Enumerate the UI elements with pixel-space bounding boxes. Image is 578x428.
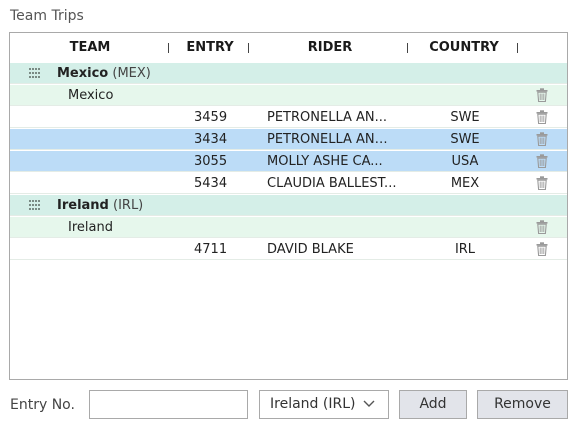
country-cell: IRL [454,242,476,257]
panel-title: Team Trips [10,8,84,24]
entry-cell: 3434 [194,132,228,147]
trash-icon[interactable] [536,242,548,257]
team-select[interactable]: Ireland (IRL) [259,390,389,419]
entry-number-label: Entry No. [10,397,75,413]
column-separator[interactable] [407,43,408,53]
group-code: (IRL) [113,198,144,213]
chevron-down-icon [363,400,375,407]
table-row[interactable]: 4711 DAVID BLAKE IRL [10,239,567,260]
country-cell: MEX [450,176,480,191]
column-header-team[interactable]: TEAM [50,33,130,63]
table-row[interactable]: 3434 PETRONELLA AND... SWE [10,129,567,150]
subgroup-label: Ireland [68,220,113,235]
entry-cell: 3055 [194,154,228,169]
subgroup-row[interactable]: Ireland [10,217,567,238]
column-separator[interactable] [517,43,518,53]
team-select-value: Ireland (IRL) [270,396,356,412]
group-title: Ireland (IRL) [57,195,143,216]
group-name: Mexico [57,66,109,81]
country-cell: USA [451,154,479,169]
table-row[interactable]: 3055 MOLLY ASHE CA... USA [10,151,567,172]
trash-icon[interactable] [536,88,548,103]
team-trips-grid: TEAM ENTRY RIDER COUNTRY Mexico (MEX) Mex… [9,32,568,380]
column-separator[interactable] [168,43,169,53]
entry-number-input[interactable] [89,390,248,419]
country-cell: SWE [450,132,480,147]
grid-header: TEAM ENTRY RIDER COUNTRY [10,33,567,63]
rider-cell: MOLLY ASHE CA... [267,154,383,169]
group-title: Mexico (MEX) [57,63,151,84]
rider-cell: PETRONELLA AND... [267,132,397,147]
entry-cell: 5434 [194,176,228,191]
rider-cell: CLAUDIA BALLEST... [267,176,397,191]
trash-icon[interactable] [536,220,548,235]
drag-handle-icon[interactable] [29,67,41,78]
group-name: Ireland [57,198,109,213]
table-row[interactable]: 3459 PETRONELLA AN... SWE [10,107,567,128]
add-button[interactable]: Add [399,390,467,419]
column-header-country[interactable]: COUNTRY [428,33,500,63]
entry-cell: 3459 [194,110,228,125]
trash-icon[interactable] [536,110,548,125]
rider-cell: PETRONELLA AN... [267,110,388,125]
column-separator[interactable] [248,43,249,53]
table-row[interactable]: 5434 CLAUDIA BALLEST... MEX [10,173,567,194]
group-row[interactable]: Mexico (MEX) [10,63,567,84]
trash-icon[interactable] [536,176,548,191]
drag-handle-icon[interactable] [29,199,41,210]
subgroup-label: Mexico [68,88,114,103]
entry-cell: 4711 [194,242,228,257]
trash-icon[interactable] [536,132,548,147]
rider-cell: DAVID BLAKE [267,242,354,257]
column-header-entry[interactable]: ENTRY [178,33,242,63]
group-code: (MEX) [112,66,151,81]
remove-button[interactable]: Remove [477,390,568,419]
group-row[interactable]: Ireland (IRL) [10,195,567,216]
column-header-rider[interactable]: RIDER [265,33,395,63]
subgroup-row[interactable]: Mexico [10,85,567,106]
trash-icon[interactable] [536,154,548,169]
country-cell: SWE [450,110,480,125]
